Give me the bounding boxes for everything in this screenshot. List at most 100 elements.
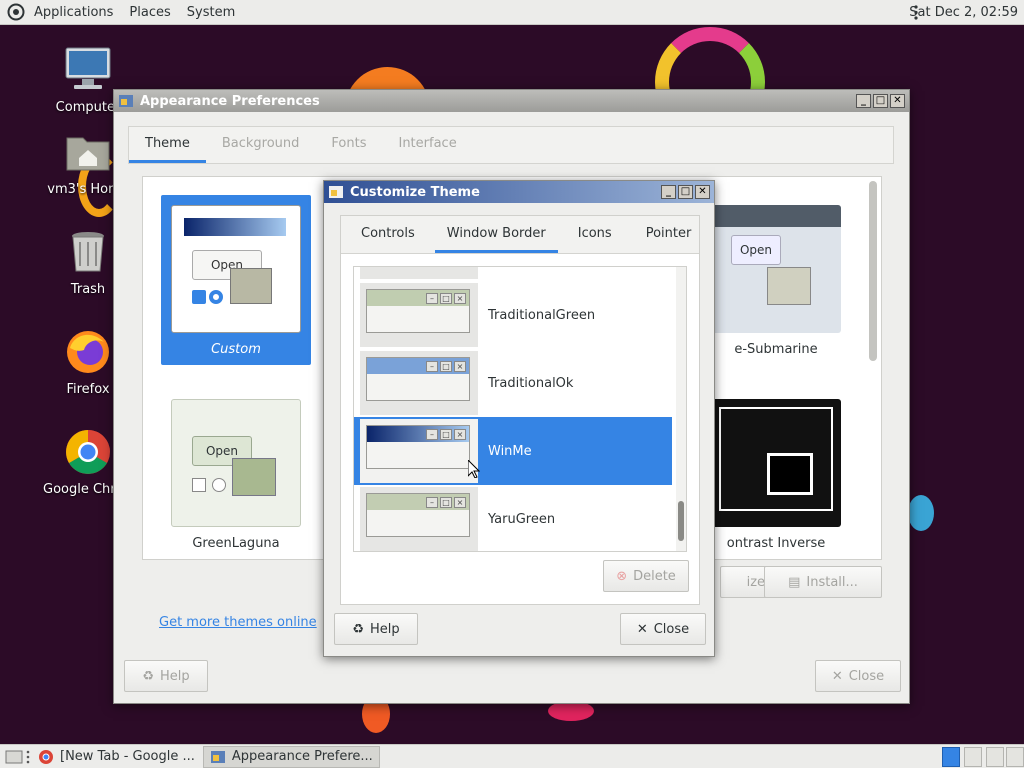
preview-open-button: Open	[731, 235, 781, 265]
close-window-button[interactable]: ✕	[890, 94, 905, 108]
customize-titlebar[interactable]: Customize Theme _ □ ✕	[324, 181, 714, 203]
border-name: WinMe	[488, 443, 532, 459]
tab-background[interactable]: Background	[206, 127, 316, 163]
customize-panel: Controls Window Border Icons Pointer – □ ×…	[340, 215, 700, 605]
theme-name: ontrast Inverse	[726, 536, 826, 551]
border-thumbnail: – □ ×	[360, 351, 478, 415]
scrollbar-thumb[interactable]	[678, 501, 684, 541]
theme-preview: Open	[711, 205, 841, 333]
theme-tile-submarine[interactable]: Open e-Submarine	[701, 195, 851, 365]
taskbar-item-chrome[interactable]: [New Tab - Google ...	[32, 746, 201, 768]
theme-name: Custom	[211, 342, 261, 357]
delete-button[interactable]: ⊗ Delete	[603, 560, 689, 592]
checkbox-icon	[192, 290, 206, 304]
close-icon: ✕	[831, 668, 843, 684]
distro-logo-icon[interactable]	[6, 2, 26, 22]
top-panel: Applications Places System Sat Dec 2, 02…	[0, 0, 1024, 25]
minimize-button[interactable]: _	[856, 94, 871, 108]
minimize-button[interactable]: _	[661, 185, 676, 199]
tab-icons[interactable]: Icons	[558, 216, 632, 253]
theme-preview: Open	[171, 399, 301, 527]
border-row-winme[interactable]: – □ × WinMe	[354, 417, 672, 485]
workspace-3[interactable]	[986, 747, 1004, 767]
wallpaper-blue-shape	[908, 495, 934, 531]
theme-preview: Open	[171, 205, 301, 333]
wallpaper-pink-shape	[548, 701, 594, 721]
border-thumbnail: – □ ×	[360, 283, 478, 347]
workspace-2[interactable]	[964, 747, 982, 767]
chrome-icon	[64, 428, 112, 476]
border-row-partial	[360, 267, 478, 279]
border-preview: – □ ×	[366, 493, 470, 537]
tab-window-border[interactable]: Window Border	[434, 216, 558, 253]
more-themes-link[interactable]: Get more themes online	[159, 615, 317, 630]
close-window-button[interactable]: ✕	[695, 185, 710, 199]
tab-controls[interactable]: Controls	[341, 216, 435, 253]
desktop-icon-label: Trash	[70, 282, 106, 297]
help-icon: ♻	[352, 621, 364, 637]
clock[interactable]: Sat Dec 2, 02:59	[909, 0, 1018, 25]
radio-icon	[212, 478, 226, 492]
preview-titlebar	[711, 205, 841, 227]
border-name: TraditionalOk	[488, 375, 574, 391]
theme-preview	[711, 399, 841, 527]
close-button[interactable]: ✕ Close	[815, 660, 901, 692]
system-menu[interactable]: System	[179, 0, 243, 25]
theme-list-scrollbar[interactable]	[869, 181, 877, 361]
help-label: Help	[370, 621, 400, 637]
delete-icon: ⊗	[616, 568, 628, 584]
folder-icon	[767, 267, 811, 305]
trash-icon	[64, 228, 112, 276]
dialog-title: Customize Theme	[350, 184, 480, 200]
customize-tabs: Controls Window Border Icons Pointer	[341, 216, 699, 254]
border-thumbnail: – □ ×	[360, 487, 478, 551]
workspace-1[interactable]	[942, 747, 960, 767]
tab-fonts[interactable]: Fonts	[315, 127, 382, 163]
maximize-button[interactable]: □	[678, 185, 693, 199]
theme-tile-greenlaguna[interactable]: Open GreenLaguna	[161, 389, 311, 559]
border-list-scrollbar[interactable]	[676, 267, 686, 551]
desktop-icon-label: Computer	[55, 100, 121, 115]
dialog-close-button[interactable]: ✕ Close	[620, 613, 706, 645]
tab-pointer[interactable]: Pointer	[632, 216, 692, 253]
folder-icon	[767, 453, 813, 495]
chrome-icon	[39, 749, 53, 764]
close-label: Close	[848, 668, 885, 684]
install-button[interactable]: ▤ Install...	[764, 566, 882, 598]
border-row-yarugreen[interactable]: – □ × YaruGreen	[354, 485, 672, 551]
mouse-cursor-icon	[467, 458, 481, 479]
customize-dialog: Customize Theme _ □ ✕ Controls Window Bo…	[323, 180, 715, 657]
show-desktop-icon[interactable]	[2, 746, 26, 768]
dialog-help-button[interactable]: ♻ Help	[334, 613, 418, 645]
delete-label: Delete	[633, 568, 676, 584]
computer-icon	[64, 46, 112, 94]
maximize-button[interactable]: □	[873, 94, 888, 108]
border-row-traditionalgreen[interactable]: – □ × TraditionalGreen	[354, 281, 672, 349]
border-name: YaruGreen	[488, 511, 556, 527]
help-button[interactable]: ♻ Help	[124, 660, 208, 692]
appearance-titlebar[interactable]: Appearance Preferences _ □ ✕	[114, 90, 909, 112]
folder-icon	[232, 458, 276, 496]
taskbar: [New Tab - Google ... Appearance Prefere…	[0, 744, 1024, 768]
close-label: Close	[653, 621, 690, 637]
tab-interface[interactable]: Interface	[382, 127, 472, 163]
applications-menu[interactable]: Applications	[26, 0, 121, 25]
tab-theme[interactable]: Theme	[129, 127, 206, 163]
workspace-4[interactable]	[1006, 747, 1024, 767]
theme-tile-custom[interactable]: Open Custom	[161, 195, 311, 365]
theme-name: e-Submarine	[734, 342, 818, 357]
window-title: Appearance Preferences	[140, 93, 320, 109]
theme-name: GreenLaguna	[192, 536, 280, 551]
install-label: Install...	[806, 574, 858, 590]
preview-titlebar	[184, 218, 286, 236]
appearance-tabs: Theme Background Fonts Interface	[128, 126, 894, 164]
border-preview: – □ ×	[366, 425, 470, 469]
taskbar-item-appearance[interactable]: Appearance Prefere...	[202, 745, 380, 768]
dialog-window-icon	[328, 184, 344, 200]
help-label: Help	[160, 668, 190, 684]
border-row-traditionalok[interactable]: – □ × TraditionalOk	[354, 349, 672, 417]
border-thumbnail: – □ ×	[360, 419, 478, 483]
home-folder-icon	[64, 128, 112, 176]
theme-tile-contrast-inverse[interactable]: ontrast Inverse	[701, 389, 851, 559]
places-menu[interactable]: Places	[121, 0, 178, 25]
